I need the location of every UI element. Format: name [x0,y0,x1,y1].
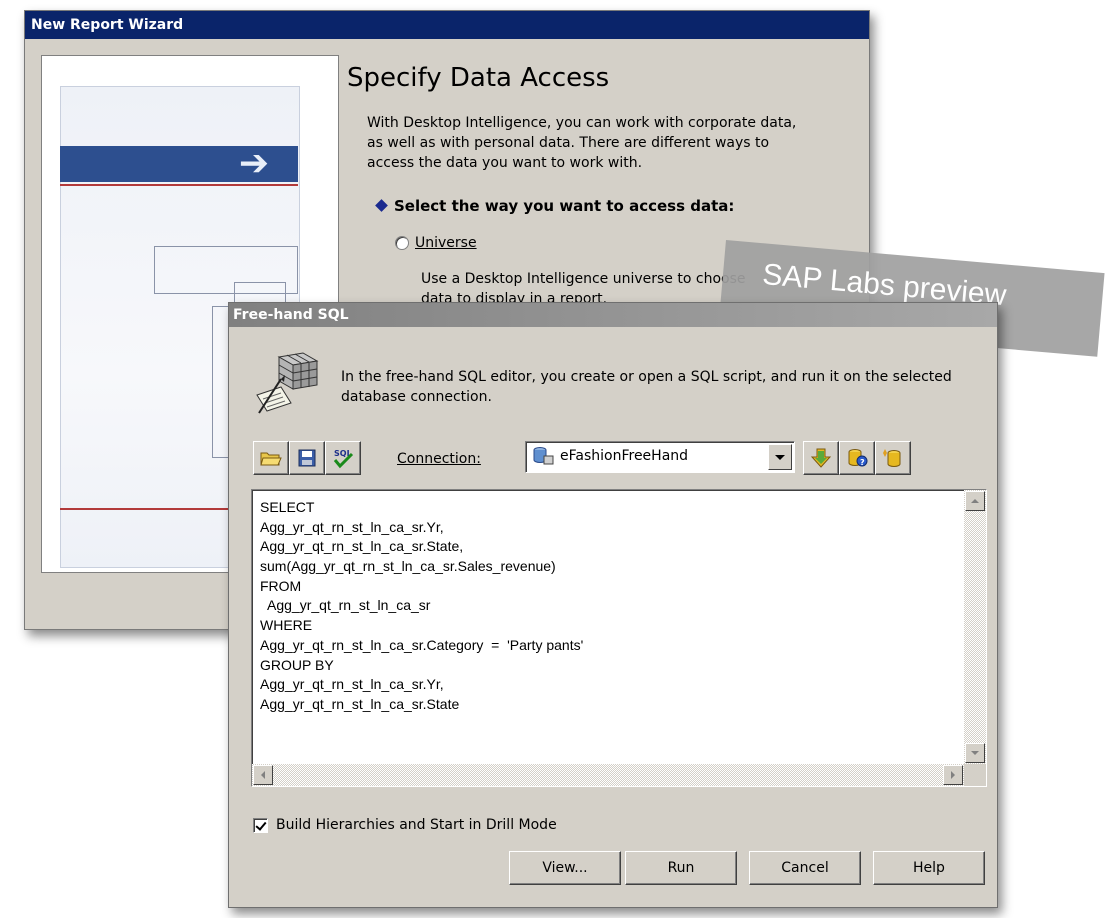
run-button[interactable]: Run [625,851,737,885]
diamond-bullet-icon [375,199,388,212]
connection-dropdown[interactable]: eFashionFreeHand [525,441,795,473]
sql-line: sum(Agg_yr_qt_rn_st_ln_ca_sr.Sales_reven… [260,558,556,575]
build-hierarchies-label: Build Hierarchies and Start in Drill Mod… [276,817,557,833]
scroll-right-button[interactable] [943,765,963,785]
database-connection-icon [533,447,554,465]
arrow-down-icon [971,751,979,755]
svg-text:?: ? [860,458,865,467]
open-folder-icon [260,452,282,466]
scroll-up-button[interactable] [965,491,985,511]
connection-dropdown-button[interactable] [768,444,792,470]
open-script-button[interactable] [253,441,289,475]
free-hand-sql-dialog: Free-hand SQL In the free-hand SQL edito… [228,302,998,908]
radio-button-icon[interactable] [395,236,409,250]
wizard-heading: Specify Data Access [347,63,610,93]
cancel-button[interactable]: Cancel [749,851,861,885]
sql-line: Agg_yr_qt_rn_st_ln_ca_sr.Yr, [260,676,444,693]
chevron-down-icon [775,454,785,460]
sql-line: Agg_yr_qt_rn_st_ln_ca_sr.State, [260,538,464,555]
select-access-prompt: Select the way you want to access data: [375,197,735,215]
connection-value: eFashionFreeHand [560,448,689,464]
sql-check-icon: SQL [333,449,354,469]
help-button-label: Help [913,860,945,876]
vertical-scrollbar[interactable] [964,490,986,764]
view-button-label: View... [542,860,588,876]
scroll-down-button[interactable] [965,743,985,763]
sql-line: GROUP BY [260,656,334,673]
illustration-accent-line [60,184,298,186]
new-connection-button[interactable] [875,441,911,475]
sql-editor-text[interactable]: SELECT Agg_yr_qt_rn_st_ln_ca_sr.Yr, Agg_… [260,498,956,756]
build-hierarchies-checkbox[interactable] [253,817,268,833]
sql-line: Agg_yr_qt_rn_st_ln_ca_sr [260,597,431,614]
select-access-prompt-text: Select the way you want to access data: [394,197,735,215]
download-arrow-icon [810,448,832,468]
wizard-title-bar[interactable]: New Report Wizard [25,11,869,39]
scroll-left-button[interactable] [253,765,273,785]
save-script-button[interactable] [289,441,325,475]
help-button[interactable]: Help [873,851,985,885]
arrow-right-icon: ➔ [238,143,270,184]
arrow-up-icon [971,499,979,503]
sql-line: Agg_yr_qt_rn_st_ln_ca_sr.State [260,695,460,712]
database-properties-icon: ? [848,449,868,467]
sql-line: WHERE [260,617,313,634]
sql-line: SELECT [260,499,315,515]
dialog-title: Free-hand SQL [233,307,349,323]
arrow-left-icon [261,771,265,779]
universe-radio-label: Universe [415,235,477,251]
dialog-description: In the free-hand SQL editor, you create … [341,369,952,405]
cancel-button-label: Cancel [781,860,829,876]
build-hierarchies-checkbox-row[interactable]: Build Hierarchies and Start in Drill Mod… [253,817,557,833]
sql-line: FROM [260,577,302,594]
save-disk-icon [298,449,316,467]
connection-label: Connection: [397,451,481,467]
sql-line: Agg_yr_qt_rn_st_ln_ca_sr.Yr, [260,518,444,535]
view-button[interactable]: View... [509,851,621,885]
run-button-label: Run [667,860,695,876]
horizontal-scrollbar[interactable] [252,764,964,786]
connection-properties-button[interactable]: ? [839,441,875,475]
connection-label-text: Connection: [397,451,481,467]
universe-radio-option[interactable]: Universe [395,235,477,251]
check-sql-button[interactable]: SQL [325,441,361,475]
wizard-intro-text: With Desktop Intelligence, you can work … [367,115,797,171]
fetch-data-button[interactable] [803,441,839,475]
wizard-title: New Report Wizard [31,17,184,33]
sql-editor[interactable]: SELECT Agg_yr_qt_rn_st_ln_ca_sr.Yr, Agg_… [251,489,987,787]
sql-editor-cube-icon [251,351,325,417]
new-connection-icon [883,449,901,467]
arrow-right-icon [951,771,955,779]
sql-line: Agg_yr_qt_rn_st_ln_ca_sr.Category = 'Par… [260,636,584,653]
scrollbar-corner [964,764,986,786]
dialog-title-bar[interactable]: Free-hand SQL [229,303,997,327]
